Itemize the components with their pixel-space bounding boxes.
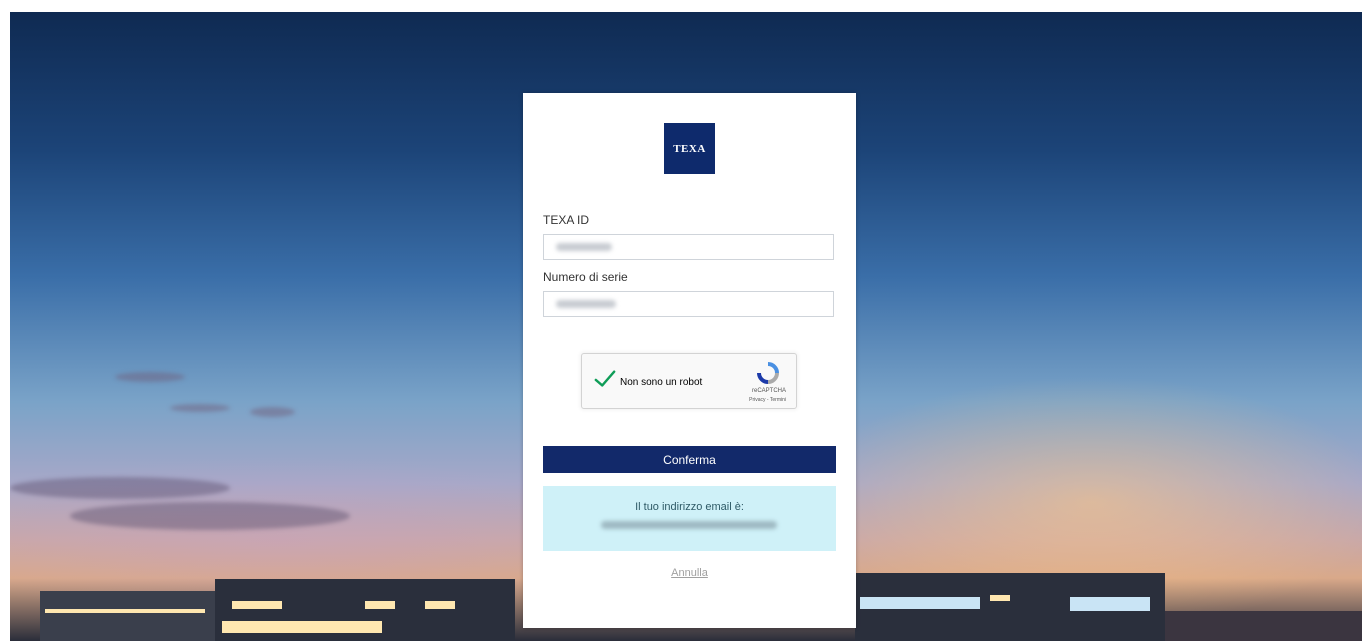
lit-window	[222, 621, 382, 633]
texa-id-label: TEXA ID	[543, 213, 590, 227]
lit-window	[1070, 597, 1150, 611]
cloud	[250, 407, 295, 417]
lit-window	[232, 601, 282, 609]
captcha-label: Non sono un robot	[620, 377, 703, 388]
texa-logo: TEXA	[664, 123, 715, 174]
lit-window	[860, 597, 980, 609]
cloud	[10, 477, 230, 499]
texa-id-field[interactable]	[543, 234, 834, 260]
email-info-box: Il tuo indirizzo email è:	[543, 486, 836, 551]
serial-label: Numero di serie	[543, 270, 628, 284]
cloud	[115, 372, 185, 382]
cloud	[70, 502, 350, 530]
cloud	[170, 404, 230, 412]
lit-window	[425, 601, 455, 609]
masked-email	[601, 521, 777, 529]
obscured-value	[556, 300, 616, 308]
recaptcha-links[interactable]: Privacy - Termini	[749, 397, 786, 403]
email-info-title: Il tuo indirizzo email è:	[635, 501, 744, 513]
lit-window	[990, 595, 1010, 601]
lit-window	[365, 601, 395, 609]
building	[1165, 611, 1362, 641]
logo-text: TEXA	[673, 142, 706, 155]
lit-window	[45, 609, 205, 613]
serial-number-field[interactable]	[543, 291, 834, 317]
recaptcha-brand: reCAPTCHA	[751, 388, 786, 394]
recaptcha-logo-icon	[757, 362, 779, 384]
top-bar	[0, 0, 1362, 12]
building	[40, 591, 215, 641]
confirm-button[interactable]: Conferma	[543, 446, 836, 473]
obscured-value	[556, 243, 612, 251]
cancel-link[interactable]: Annulla	[523, 567, 856, 579]
recaptcha-widget[interactable]: Non sono un robot reCAPTCHA Privacy - Te…	[581, 353, 797, 409]
login-card: TEXA TEXA ID Numero di serie Non sono un…	[523, 93, 856, 628]
checkmark-icon[interactable]	[594, 368, 616, 390]
